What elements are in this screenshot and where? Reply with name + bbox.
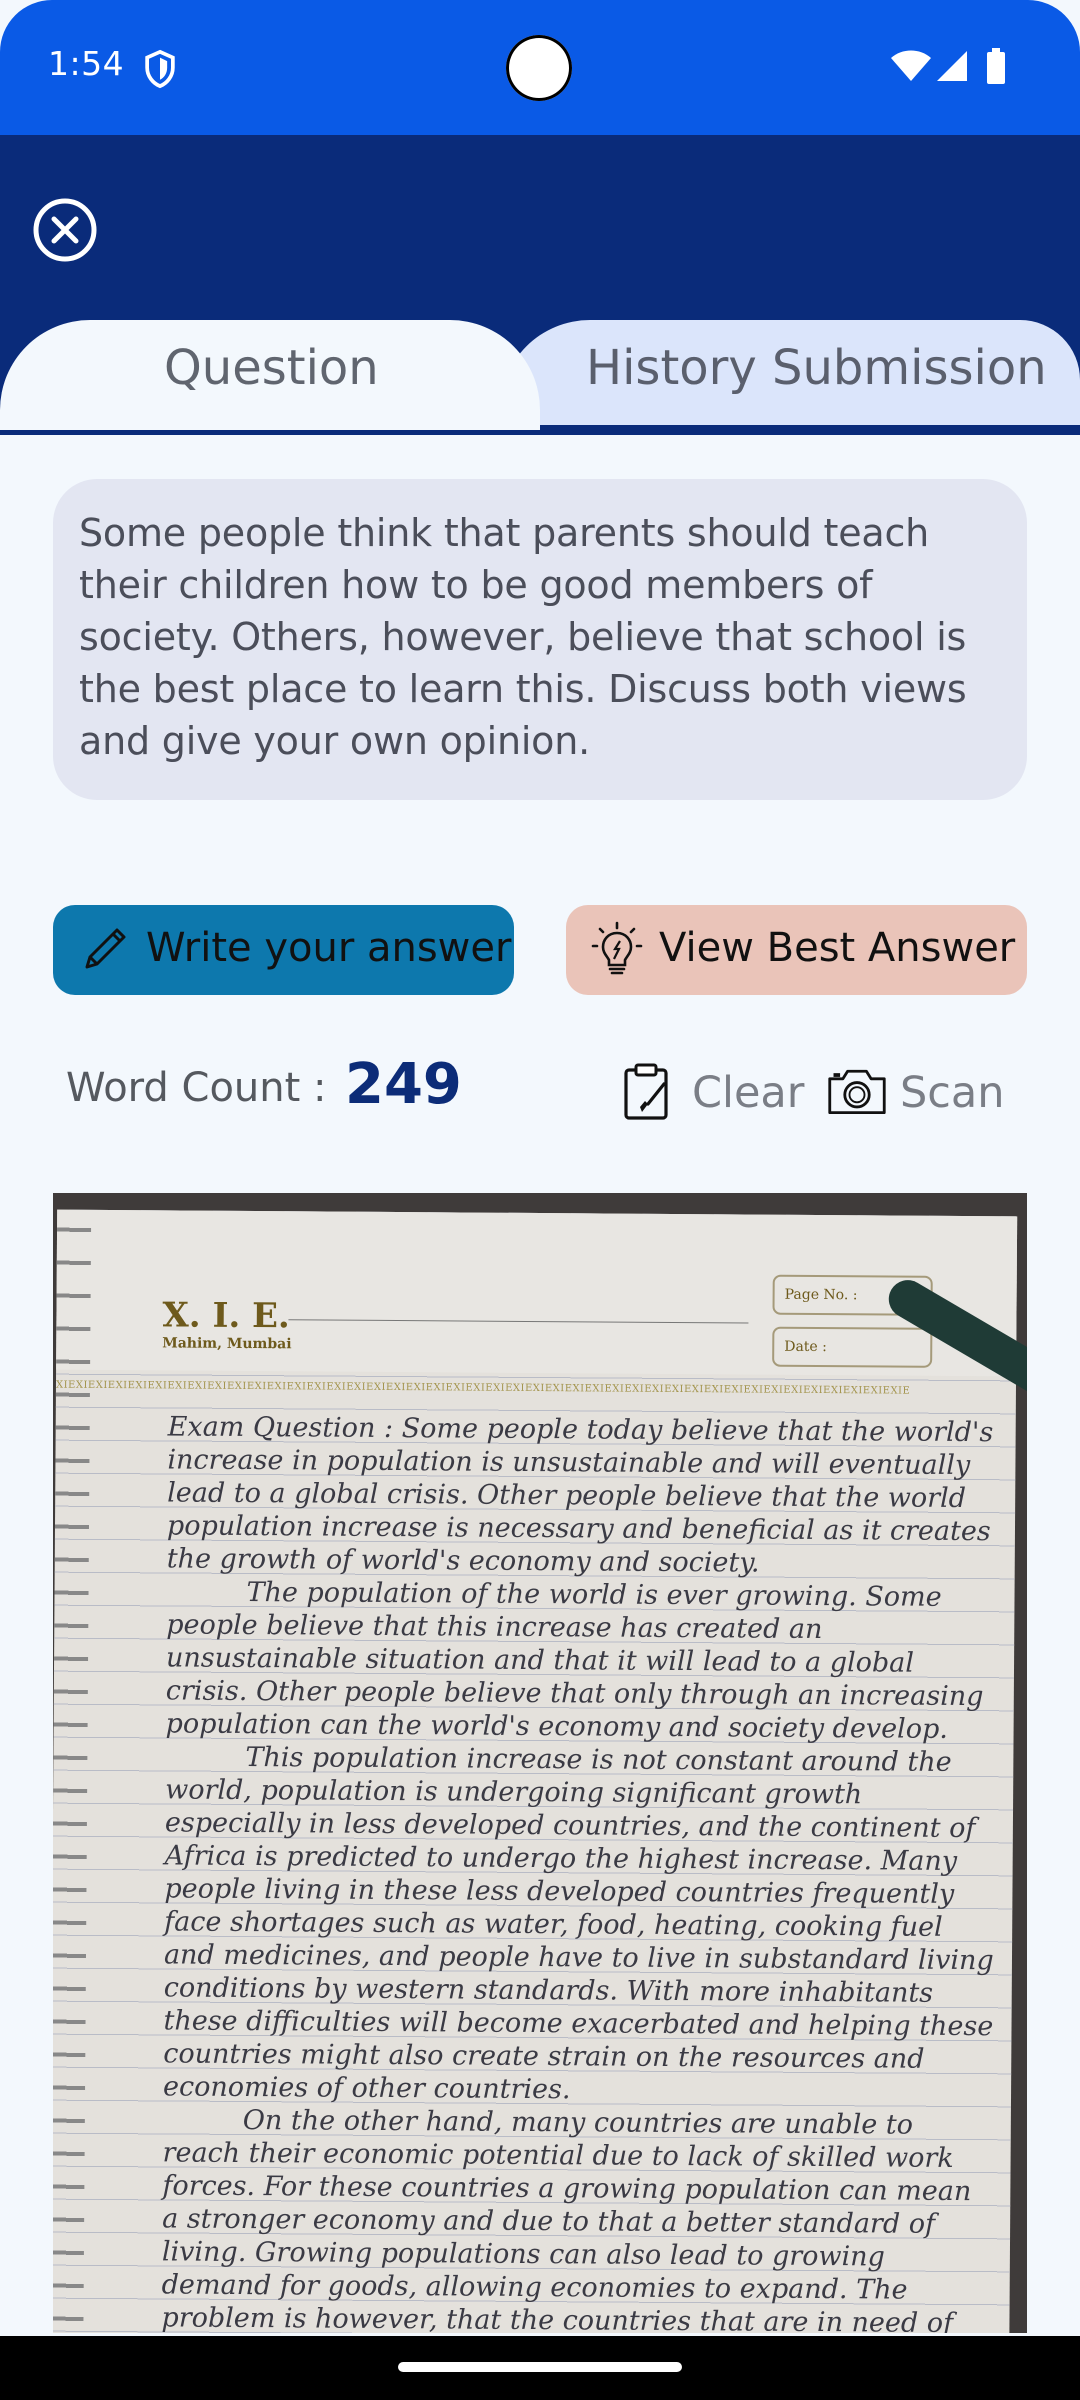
scanned-answer-image[interactable]: X. I. E. Mahim, Mumbai Page No. : Date :… <box>53 1193 1027 2333</box>
status-time: 1:54 <box>48 44 125 83</box>
date-box: Date : <box>772 1326 933 1368</box>
clear-button[interactable]: Clear <box>618 1060 808 1130</box>
notebook-pattern: XIEXIEXIEXIEXIEXIEXIEXIEXIEXIEXIEXIEXIEX… <box>55 1379 911 1397</box>
clear-label: Clear <box>692 1068 805 1118</box>
question-card: Some people think that parents should te… <box>53 479 1027 800</box>
answer-paragraph: The population of the world is ever grow… <box>165 1576 984 1745</box>
write-answer-button[interactable]: Write your answer <box>53 905 514 995</box>
status-bar: 1:54 <box>0 0 1080 135</box>
answer-paragraph: On the other hand, many countries are un… <box>161 2104 972 2333</box>
scan-button[interactable]: Scan <box>826 1060 1026 1130</box>
shield-icon <box>145 49 175 89</box>
word-count-value: 249 <box>345 1052 462 1117</box>
navigation-bar <box>0 2336 1080 2400</box>
home-gesture-handle[interactable] <box>398 2362 682 2372</box>
lightbulb-icon <box>591 921 643 975</box>
wifi-icon <box>891 50 931 81</box>
question-text: Some people think that parents should te… <box>79 511 967 763</box>
word-count-label: Word Count : <box>66 1065 327 1111</box>
notebook-brand: X. I. E. <box>162 1295 290 1337</box>
camera-cutout <box>506 35 572 101</box>
spiral-binding <box>53 1209 92 2333</box>
signal-icon <box>937 51 967 81</box>
handwritten-answer: Exam Question : Some people today believ… <box>161 1410 998 2333</box>
notebook-page: X. I. E. Mahim, Mumbai Page No. : Date :… <box>53 1209 1027 2333</box>
view-best-answer-label: View Best Answer <box>659 925 1016 971</box>
tab-history-label: History Submission <box>586 340 1047 396</box>
answer-paragraph: Exam Question : Some people today believ… <box>166 1411 994 1579</box>
tab-question[interactable]: Question <box>0 320 540 430</box>
close-icon[interactable] <box>32 197 98 263</box>
tab-question-label: Question <box>164 340 379 396</box>
battery-icon <box>987 48 1005 84</box>
answer-paragraph: This population increase is not constant… <box>162 1741 994 2106</box>
scan-label: Scan <box>900 1068 1005 1118</box>
notebook-brand-sub: Mahim, Mumbai <box>162 1335 292 1353</box>
view-best-answer-button[interactable]: View Best Answer <box>566 905 1027 995</box>
clipboard-brush-icon <box>624 1063 668 1120</box>
pencil-icon <box>85 928 126 969</box>
tab-bar: History Submission Question <box>0 320 1080 430</box>
tab-history-submission[interactable]: History Submission <box>500 320 1080 425</box>
write-answer-label: Write your answer <box>146 925 512 971</box>
camera-icon <box>828 1069 886 1115</box>
